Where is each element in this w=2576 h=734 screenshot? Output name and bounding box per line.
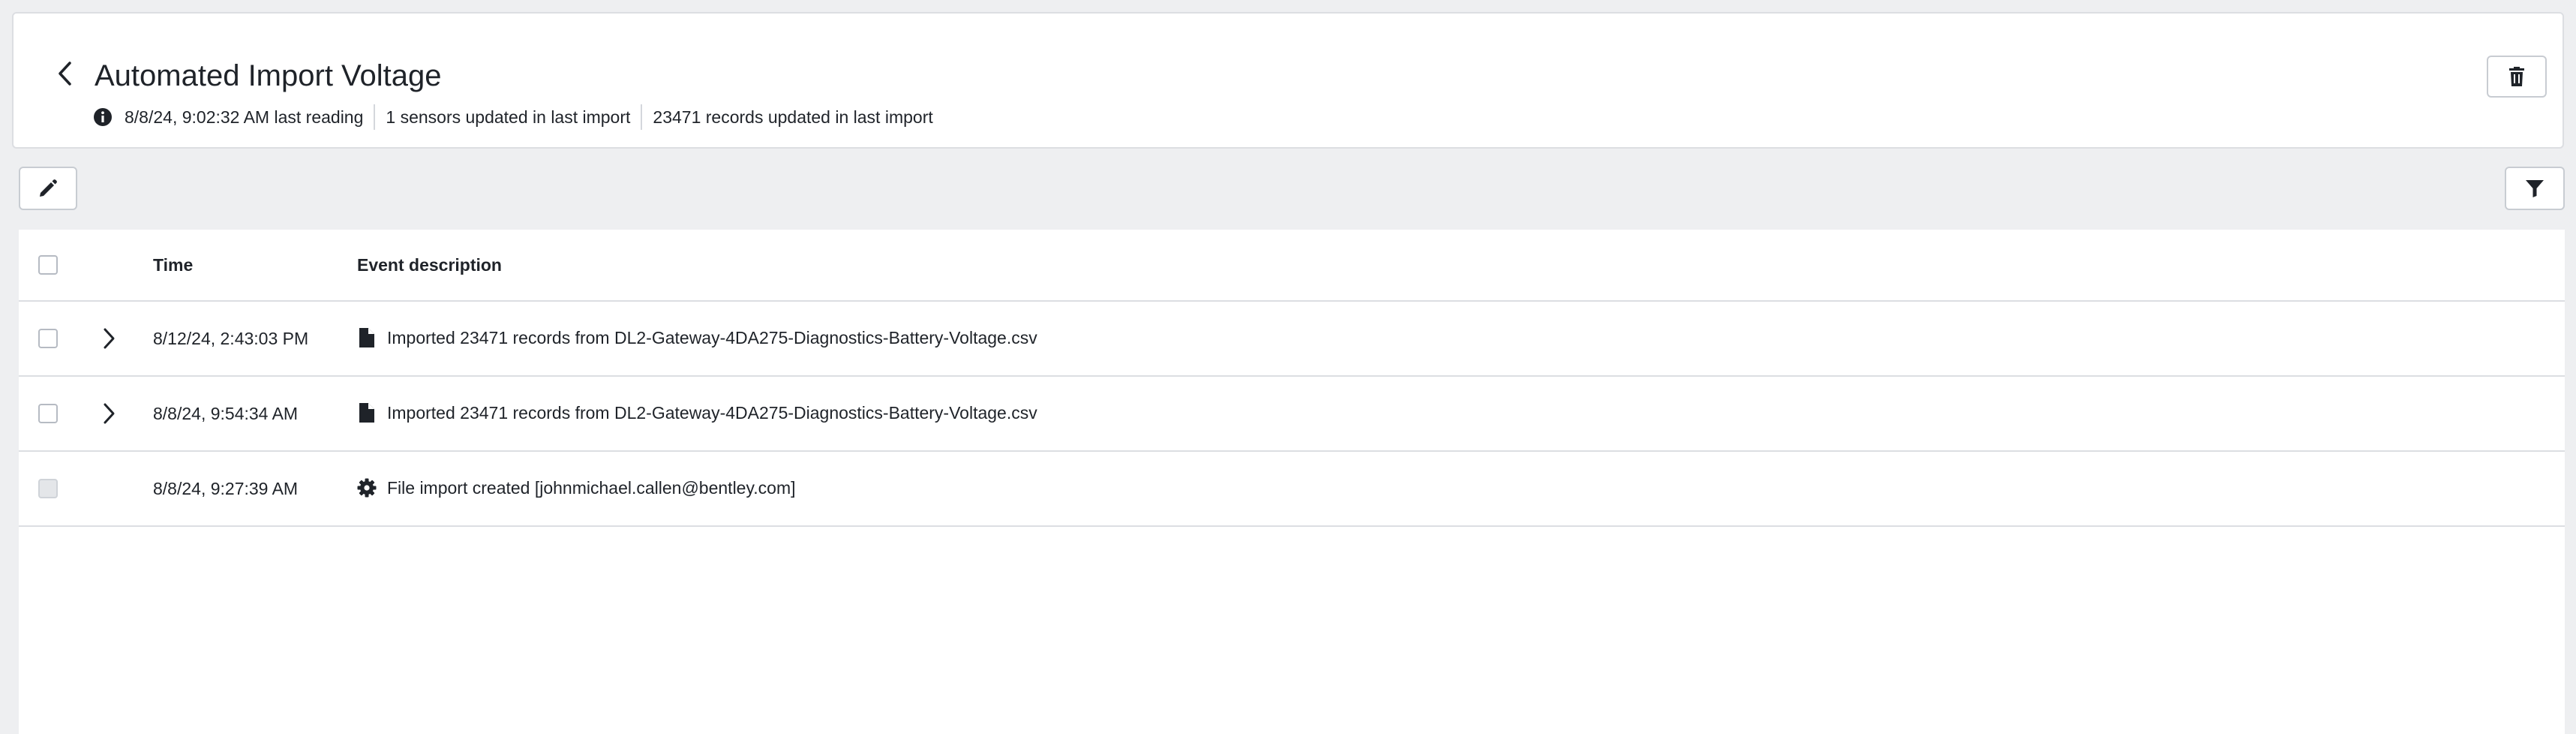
event-time: 8/8/24, 9:54:34 AM (153, 404, 299, 423)
page-title: Automated Import Voltage (95, 59, 442, 92)
sensors-updated-text: 1 sensors updated in last import (386, 107, 631, 127)
table-row[interactable]: 8/12/24, 2:43:03 PM Imported 23471 recor… (19, 302, 2565, 377)
event-description: File import created [johnmichael.callen@… (357, 477, 796, 498)
event-description: Imported 23471 records from DL2-Gateway-… (357, 327, 1037, 348)
header-card: Automated Import Voltage 8/8/24, 9:02:32… (12, 12, 2564, 149)
event-description-text: Imported 23471 records from DL2-Gateway-… (387, 402, 1037, 423)
divider (641, 104, 643, 130)
row-checkbox[interactable] (38, 329, 58, 348)
trash-icon (2509, 67, 2524, 86)
divider (374, 104, 376, 130)
row-checkbox-disabled (38, 479, 58, 498)
event-description: Imported 23471 records from DL2-Gateway-… (357, 402, 1037, 423)
import-metadata: 8/8/24, 9:02:32 AM last reading 1 sensor… (93, 104, 933, 131)
last-reading-text: 8/8/24, 9:02:32 AM last reading (125, 107, 364, 127)
event-time: 8/12/24, 2:43:03 PM (153, 329, 309, 348)
table-row[interactable]: 8/8/24, 9:54:34 AM Imported 23471 record… (19, 377, 2565, 452)
table-header: Time Event description (19, 230, 2565, 302)
expand-row-button[interactable] (92, 397, 125, 430)
pencil-icon (40, 179, 57, 197)
edit-button[interactable] (19, 167, 77, 210)
records-updated-text: 23471 records updated in last import (653, 107, 933, 127)
info-icon (93, 107, 113, 127)
gear-icon (357, 477, 377, 498)
back-button[interactable] (47, 56, 83, 92)
row-checkbox[interactable] (38, 404, 58, 423)
filter-icon (2526, 180, 2544, 197)
select-all-checkbox[interactable] (38, 255, 58, 275)
table-row[interactable]: 8/8/24, 9:27:39 AM File import created [… (19, 452, 2565, 527)
delete-button[interactable] (2487, 56, 2547, 98)
column-header-event-description[interactable]: Event description (357, 255, 502, 275)
chevron-right-icon (104, 328, 115, 349)
event-description-text: File import created [johnmichael.callen@… (387, 477, 796, 498)
event-description-text: Imported 23471 records from DL2-Gateway-… (387, 327, 1037, 347)
file-icon (357, 402, 377, 423)
chevron-left-icon (59, 62, 71, 86)
events-table: Time Event description 8/12/24, 2:43:03 … (19, 230, 2565, 734)
event-time: 8/8/24, 9:27:39 AM (153, 479, 299, 498)
chevron-right-icon (104, 403, 115, 424)
column-header-time[interactable]: Time (153, 255, 193, 275)
expand-row-button[interactable] (92, 322, 125, 355)
file-icon (357, 327, 377, 348)
filter-button[interactable] (2505, 167, 2565, 210)
